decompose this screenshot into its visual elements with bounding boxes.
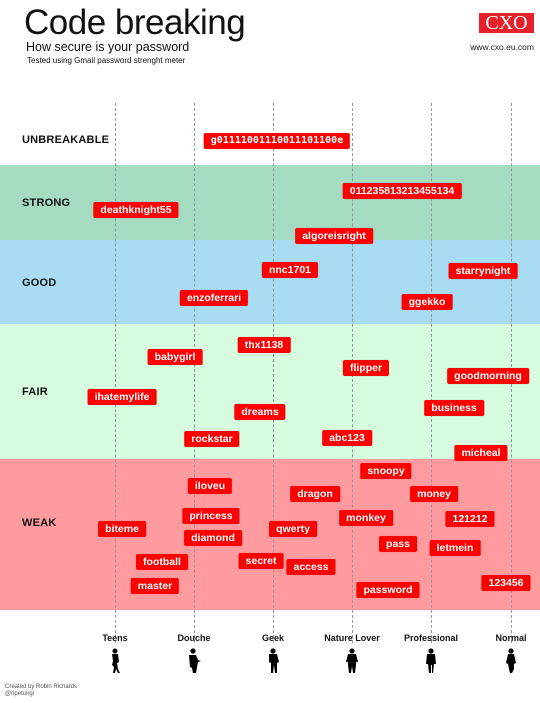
password-badge: ihatemylife (87, 389, 157, 405)
professional-silhouette-icon (424, 648, 438, 679)
band-strong (0, 165, 540, 240)
brand-url-link[interactable]: www.cxo.eu.com (470, 42, 534, 52)
category-label-douche: Douche (177, 633, 211, 643)
password-badge: letmein (429, 540, 481, 556)
password-badge: 011235813213455134 (342, 183, 462, 199)
gridline-teens (115, 103, 116, 643)
credit-handle: @ripetungi (5, 691, 35, 697)
page-subtitle: How secure is your password (26, 40, 190, 54)
brand-logo[interactable]: CXO (479, 13, 534, 33)
gridline-douche (194, 103, 195, 643)
password-badge: iloveu (187, 478, 233, 494)
band-label-fair: FAIR (22, 386, 48, 398)
category-label-geek: Geek (261, 633, 285, 643)
password-badge: diamond (184, 530, 242, 546)
password-badge: thx1138 (237, 337, 291, 353)
password-badge: secret (238, 553, 284, 569)
band-label-weak: WEAK (22, 517, 57, 529)
password-badge: rockstar (184, 431, 240, 447)
teen-silhouette-icon (108, 648, 122, 679)
password-badge: goodmorning (447, 368, 529, 384)
password-badge: nnc1701 (261, 262, 319, 278)
password-badge: snoopy (360, 463, 412, 479)
password-badge: 123456 (481, 575, 531, 591)
password-badge: ggekko (401, 294, 453, 310)
page-title: Code breaking (24, 3, 246, 42)
password-badge: babygirl (147, 349, 203, 365)
password-badge: business (424, 400, 484, 416)
nature-lover-silhouette-icon (345, 648, 359, 679)
password-badge: g01111001110011101100e (203, 133, 351, 149)
password-badge: biteme (98, 521, 146, 537)
password-badge: starrynight (448, 263, 518, 279)
password-badge: algoreisright (295, 228, 373, 244)
band-label-good: GOOD (22, 277, 57, 289)
category-label-teens: Teens (102, 633, 128, 643)
geek-silhouette-icon (266, 648, 280, 679)
password-badge: monkey (339, 510, 393, 526)
password-badge: dreams (234, 404, 286, 420)
band-label-strong: STRONG (22, 197, 71, 209)
douche-silhouette-icon (187, 648, 201, 679)
category-label-professional: Professional (403, 633, 459, 643)
password-badge: princess (182, 508, 240, 524)
password-badge: flipper (342, 360, 390, 376)
category-label-normal: Normal (495, 633, 527, 643)
band-label-unbreakable: UNBREAKABLE (22, 134, 110, 146)
band-good (0, 240, 540, 324)
password-badge: 121212 (445, 511, 495, 527)
password-badge: access (286, 559, 336, 575)
password-badge: money (410, 486, 458, 502)
category-label-nature-lover: Nature Lover (324, 633, 380, 643)
password-badge: password (356, 582, 420, 598)
method-note: Tested using Gmail password strenght met… (27, 56, 186, 65)
password-badge: abc123 (322, 430, 372, 446)
password-badge: qwerty (269, 521, 317, 537)
password-badge: football (136, 554, 188, 570)
password-badge: master (130, 578, 180, 594)
password-badge: deathknight55 (93, 202, 179, 218)
normal-silhouette-icon (504, 648, 518, 679)
password-badge: dragon (290, 486, 340, 502)
credit-author: Created by Robin Richards (5, 684, 78, 690)
password-badge: enzoferrari (179, 290, 249, 306)
password-badge: micheal (454, 445, 508, 461)
password-badge: pass (379, 536, 417, 552)
credit: Created by Robin Richards @ripetungi (5, 684, 77, 698)
